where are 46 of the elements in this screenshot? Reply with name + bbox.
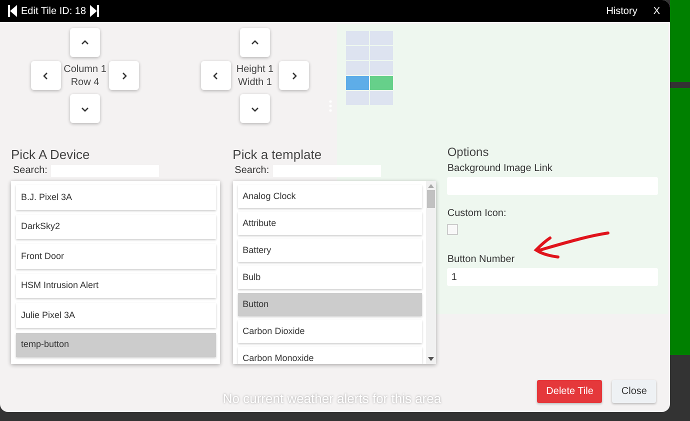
arrow-down-button[interactable] <box>70 94 100 123</box>
search-label: Search: <box>234 164 270 178</box>
text-field[interactable]: 1 <box>447 268 658 286</box>
skip-back-icon[interactable] <box>8 5 17 17</box>
list-item[interactable]: Analog Clock <box>238 185 422 208</box>
list-item[interactable]: Carbon Monoxide <box>238 347 422 364</box>
scroll-up-icon[interactable] <box>428 184 434 188</box>
field-label: Custom Icon: <box>447 207 506 220</box>
dialog-title: Edit Tile ID: 18 <box>21 4 86 18</box>
search-label: Search: <box>13 164 48 178</box>
arrow-down-button[interactable] <box>240 94 270 123</box>
scroll-down-icon[interactable] <box>428 357 434 361</box>
arrow-right-button[interactable] <box>109 61 139 90</box>
list-item[interactable]: B.J. Pixel 3A <box>16 185 216 210</box>
skip-forward-icon[interactable] <box>90 5 100 17</box>
arrow-right-button[interactable] <box>279 61 309 90</box>
list-item[interactable]: Button <box>238 293 422 316</box>
section-heading: Pick a template <box>232 147 323 163</box>
section-heading: Options <box>447 144 490 160</box>
delete-button[interactable]: Delete Tile <box>537 380 602 403</box>
pad-value-label: Column 1 <box>64 62 106 76</box>
close-button[interactable]: X <box>653 4 660 18</box>
arrow-up-button[interactable] <box>240 28 270 57</box>
list-item[interactable]: Julie Pixel 3A <box>16 303 216 328</box>
list-item[interactable]: Attribute <box>238 212 422 235</box>
arrow-up-button[interactable] <box>70 28 100 57</box>
arrow-left-button[interactable] <box>31 61 61 90</box>
list-item[interactable]: Battery <box>238 239 422 262</box>
list-item[interactable]: Carbon Dioxide <box>238 320 422 343</box>
scrollbar[interactable] <box>426 181 436 364</box>
arrow-left-button[interactable] <box>201 61 231 90</box>
list-item[interactable]: Front Door <box>16 244 216 268</box>
scrollbar-thumb[interactable] <box>427 190 436 208</box>
list-item[interactable]: Bulb <box>238 266 422 289</box>
list-item[interactable]: temp-button <box>16 332 216 357</box>
close-button[interactable]: Close <box>612 380 656 403</box>
field-label: Background Image Link <box>447 162 552 175</box>
list-item[interactable]: HSM Intrusion Alert <box>16 274 216 298</box>
section-heading: Pick A Device <box>11 147 91 163</box>
pad-value-label: Width 1 <box>238 76 272 88</box>
field-label: Button Number <box>447 253 515 266</box>
pad-value-label: Height 1 <box>236 62 274 76</box>
history-button[interactable]: History <box>606 4 638 18</box>
list-item[interactable]: DarkSky2 <box>16 214 216 239</box>
pad-value-label: Row 4 <box>70 76 100 88</box>
checkbox[interactable] <box>447 224 458 235</box>
